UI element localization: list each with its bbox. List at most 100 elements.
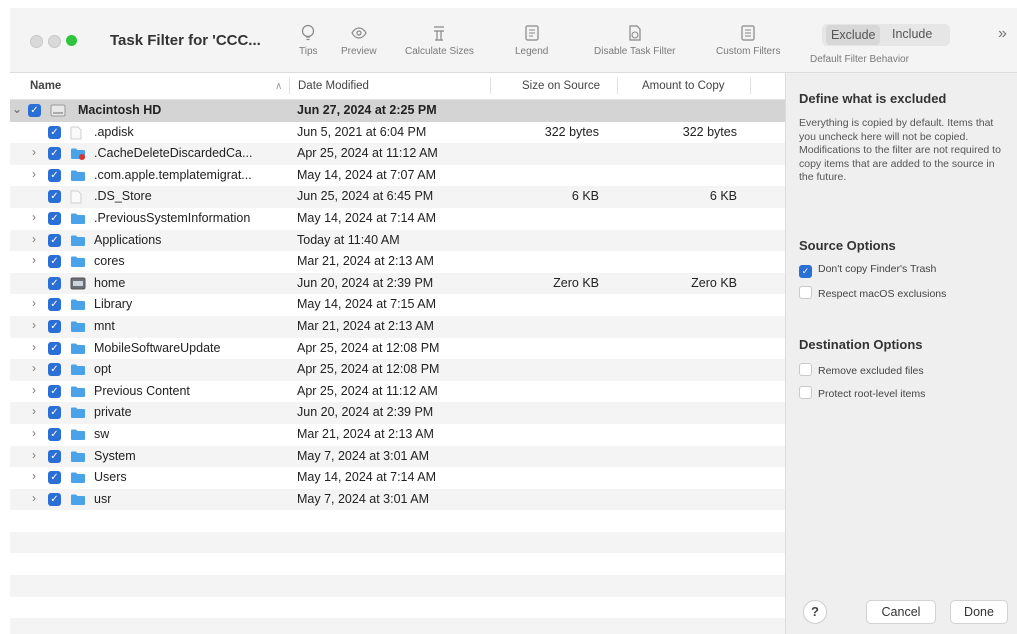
table-row[interactable]: › ✓ mnt Mar 21, 2024 at 2:13 AM: [10, 315, 785, 338]
include-checkbox[interactable]: ✓: [48, 363, 61, 377]
table-row[interactable]: ✓ .DS_Store Jun 25, 2024 at 6:45 PM 6 KB 6 K…: [10, 186, 785, 208]
legend-button[interactable]: Legend: [515, 24, 548, 57]
table-row[interactable]: › ✓ .CacheDeleteDiscardedCa... Apr 25, 2024…: [10, 143, 785, 165]
chevron-right-icon[interactable]: ›: [32, 210, 42, 224]
include-checkbox[interactable]: ✓: [28, 104, 41, 117]
include-segment[interactable]: Include: [892, 27, 932, 41]
filter-sidebar: Define what is excluded Everything is co…: [785, 73, 1017, 634]
chevron-right-icon[interactable]: ›: [32, 318, 42, 332]
amount-to-copy: 322 bytes: [682, 124, 737, 139]
chevron-right-icon[interactable]: ›: [32, 491, 42, 505]
preview-button[interactable]: Preview: [341, 24, 377, 57]
protect-root-checkbox[interactable]: [799, 386, 812, 399]
include-checkbox[interactable]: ✓: [48, 298, 61, 312]
chevron-right-icon[interactable]: ›: [32, 361, 42, 375]
chevron-right-icon[interactable]: ›: [32, 448, 42, 462]
include-checkbox[interactable]: ✓: [48, 427, 61, 441]
help-button[interactable]: ?: [803, 600, 827, 624]
table-row[interactable]: › ✓ .PreviousSystemInformation May 14, 2024…: [10, 208, 785, 230]
include-checkbox[interactable]: ✓: [48, 125, 61, 139]
table-row[interactable]: › ✓ Previous Content Apr 25, 2024 at 11:12 …: [10, 381, 785, 403]
close-window-button[interactable]: [30, 35, 43, 48]
date-modified: Apr 25, 2024 at 12:08 PM: [297, 362, 440, 377]
calculator-icon: [405, 24, 474, 44]
remove-excluded-option[interactable]: Remove excluded files: [799, 363, 924, 377]
table-row[interactable]: › ✓ MobileSoftwareUpdate Apr 25, 2024 at 12…: [10, 338, 785, 360]
table-row[interactable]: › ✓ System May 7, 2024 at 3:01 AM: [10, 445, 785, 468]
chevron-right-icon[interactable]: ›: [32, 145, 42, 159]
date-modified: Jun 27, 2024 at 2:25 PM: [297, 103, 437, 117]
table-row[interactable]: ⌄ ✓ Macintosh HD Jun 27, 2024 at 2:25 PM: [10, 100, 785, 122]
remove-excluded-checkbox[interactable]: [799, 363, 812, 376]
include-checkbox[interactable]: ✓: [48, 449, 61, 463]
size-on-source-column-header[interactable]: Size on Source: [522, 80, 600, 92]
chevron-right-icon[interactable]: ›: [32, 253, 42, 267]
table-row[interactable]: › ✓ cores Mar 21, 2024 at 2:13 AM: [10, 251, 785, 273]
table-row[interactable]: › ✓ .com.apple.templatemigrat... May 14, 20…: [10, 165, 785, 187]
table-row[interactable]: › ✓ usr May 7, 2024 at 3:01 AM: [10, 488, 785, 511]
disable-task-filter-label: Disable Task Filter: [594, 46, 676, 57]
chevron-right-icon[interactable]: ›: [32, 296, 42, 310]
include-checkbox[interactable]: ✓: [48, 168, 61, 182]
include-checkbox[interactable]: ✓: [48, 471, 61, 485]
dont-copy-trash-option[interactable]: ✓ Don't copy Finder's Trash: [799, 263, 936, 278]
table-row[interactable]: › ✓ private Jun 20, 2024 at 2:39 PM: [10, 402, 785, 424]
chevron-right-icon[interactable]: ›: [32, 232, 42, 246]
exclude-segment[interactable]: Exclude: [826, 25, 881, 45]
respect-exclusions-checkbox[interactable]: [799, 286, 812, 299]
chevron-right-icon[interactable]: ›: [32, 383, 42, 397]
include-checkbox[interactable]: ✓: [48, 276, 61, 290]
protect-root-option[interactable]: Protect root-level items: [799, 386, 925, 400]
cancel-button[interactable]: Cancel: [866, 600, 936, 624]
include-checkbox[interactable]: ✓: [48, 147, 61, 161]
tips-button[interactable]: Tips: [299, 24, 318, 57]
include-checkbox[interactable]: ✓: [48, 211, 61, 225]
sort-ascending-icon: ∧: [275, 81, 283, 92]
name-column-header[interactable]: Name: [30, 80, 61, 92]
chevron-right-icon[interactable]: ›: [32, 426, 42, 440]
item-name: Macintosh HD: [78, 103, 162, 117]
dont-copy-trash-label: Don't copy Finder's Trash: [818, 263, 937, 275]
respect-exclusions-option[interactable]: Respect macOS exclusions: [799, 286, 946, 300]
include-checkbox[interactable]: ✓: [48, 255, 61, 269]
table-row[interactable]: ✓ .apdisk Jun 5, 2021 at 6:04 PM 322 bytes 3…: [10, 122, 785, 144]
filter-behavior-segmented-control[interactable]: Exclude Include: [822, 24, 950, 46]
task-filter-window: Task Filter for 'CCC... Tips Preview Cal…: [10, 8, 1017, 634]
preview-label: Preview: [341, 46, 377, 57]
folder-icon: [70, 147, 86, 161]
date-modified: May 7, 2024 at 3:01 AM: [297, 491, 430, 506]
minimize-window-button[interactable]: [48, 35, 61, 48]
chevron-right-icon[interactable]: ›: [32, 340, 42, 354]
include-checkbox[interactable]: ✓: [48, 384, 61, 398]
include-checkbox[interactable]: ✓: [48, 492, 61, 506]
done-button[interactable]: Done: [950, 600, 1008, 624]
disable-task-filter-button[interactable]: Disable Task Filter: [594, 24, 676, 57]
include-checkbox[interactable]: ✓: [48, 406, 61, 420]
table-row[interactable]: › ✓ Users May 14, 2024 at 7:14 AM: [10, 467, 785, 489]
chevron-down-icon[interactable]: ⌄: [12, 102, 22, 116]
table-row[interactable]: › ✓ opt Apr 25, 2024 at 12:08 PM: [10, 359, 785, 381]
toolbar-overflow-button[interactable]: »: [998, 25, 1007, 43]
drive-icon: [70, 277, 86, 290]
item-name: home: [94, 275, 126, 290]
amount-to-copy-column-header[interactable]: Amount to Copy: [642, 80, 724, 92]
dont-copy-trash-checkbox[interactable]: ✓: [799, 265, 812, 278]
chevron-right-icon[interactable]: ›: [32, 167, 42, 181]
chevron-right-icon[interactable]: ›: [32, 404, 42, 418]
item-name: Library: [94, 297, 133, 312]
include-checkbox[interactable]: ✓: [48, 319, 61, 333]
include-checkbox[interactable]: ✓: [48, 190, 61, 204]
include-checkbox[interactable]: ✓: [48, 341, 61, 355]
custom-filters-button[interactable]: Custom Filters: [716, 24, 780, 57]
calculate-sizes-button[interactable]: Calculate Sizes: [405, 24, 474, 57]
include-checkbox[interactable]: ✓: [48, 233, 61, 247]
chevron-right-icon[interactable]: ›: [32, 469, 42, 483]
zoom-window-button[interactable]: [66, 35, 77, 46]
table-row[interactable]: › ✓ Applications Today at 11:40 AM: [10, 229, 785, 252]
table-row[interactable]: ✓ home Jun 20, 2024 at 2:39 PM Zero KB Zero …: [10, 272, 785, 295]
date-modified-column-header[interactable]: Date Modified: [298, 80, 369, 92]
folder-icon: [70, 385, 86, 398]
folder-icon: [70, 342, 86, 355]
table-row[interactable]: › ✓ sw Mar 21, 2024 at 2:13 AM: [10, 424, 785, 446]
table-row[interactable]: › ✓ Library May 14, 2024 at 7:15 AM: [10, 294, 785, 316]
